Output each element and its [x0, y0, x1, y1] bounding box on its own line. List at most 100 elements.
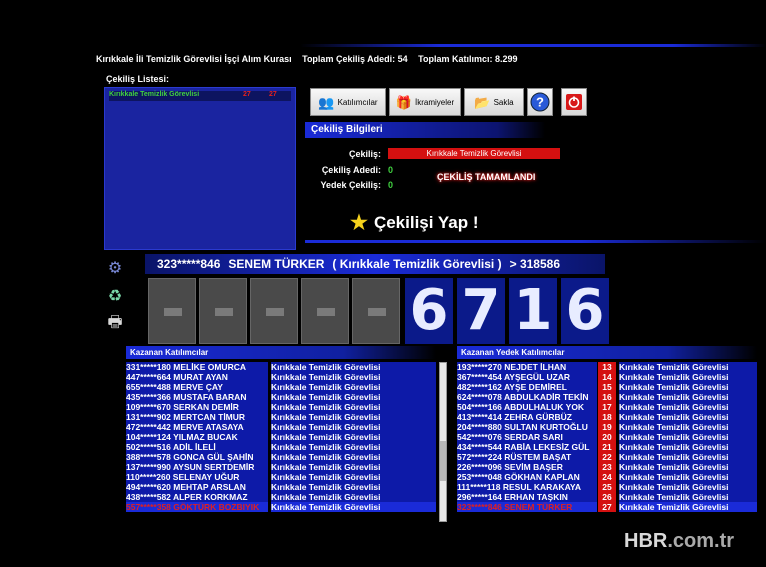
row-name: 204*****880 SULTAN KURTOĞLU [457, 422, 597, 432]
draw-list-item[interactable]: Kırıkkale Temizlik Görevlisi 27 27 [109, 91, 291, 101]
table-row[interactable]: 435*****366 MUSTAFA BARAN Kırıkkale Temiz… [126, 392, 436, 402]
table-row[interactable]: 472*****442 MERVE ATASAYA Kırıkkale Temiz… [126, 422, 436, 432]
row-name: 494*****620 MEHTAP ARSLAN [126, 482, 268, 492]
table-row[interactable]: 193*****270 NEJDET İLHAN 13 Kırıkkale Temi… [457, 362, 757, 372]
draw-count-label: Çekiliş Adedi: [321, 165, 381, 175]
app-title: Kırıkkale İli Temizlik Görevlisi İşçi Al… [96, 54, 292, 64]
table-row[interactable]: 111*****118 RESUL KARAKAYA 25 Kırıkkale Te… [457, 482, 757, 492]
table-row[interactable]: 226*****096 SEVİM BAŞER 23 Kırıkkale Temiz… [457, 462, 757, 472]
table-row[interactable]: 131*****902 MERTCAN TİMUR Kırıkkale Temiz… [126, 412, 436, 422]
table-row[interactable]: 447*****664 MURAT AYAN Kırıkkale Temizlik… [126, 372, 436, 382]
scrollbar-thumb[interactable] [440, 441, 446, 481]
save-label: Sakla [493, 97, 514, 107]
table-row[interactable]: 655*****488 MERVE ÇAY Kırıkkale Temizlik … [126, 382, 436, 392]
table-row[interactable]: 296*****164 ERHAN TAŞKIN 26 Kırıkkale Temi… [457, 492, 757, 502]
empty-slot [199, 278, 247, 344]
table-row[interactable]: 253*****048 GÖKHAN KAPLAN 24 Kırıkkale Tem… [457, 472, 757, 482]
gear-icon[interactable]: ⚙ [104, 258, 126, 280]
table-row[interactable]: 204*****880 SULTAN KURTOĞLU 19 Kırıkkale T… [457, 422, 757, 432]
table-row[interactable]: 504*****166 ABDULHALUK YOK 17 Kırıkkale Te… [457, 402, 757, 412]
row-number: 21 [598, 442, 616, 452]
total-participants: Toplam Katılımcı: 8.299 [418, 54, 518, 64]
row-name: 388*****578 GONCA GÜL ŞAHİN [126, 452, 268, 462]
row-number: 17 [598, 402, 616, 412]
info-divider [305, 240, 766, 243]
save-button[interactable]: 📂 Sakla [464, 88, 524, 116]
table-row[interactable]: 438*****582 ALPER KORKMAZ Kırıkkale Temiz… [126, 492, 436, 502]
row-draw: Kırıkkale Temizlik Görevlisi [619, 452, 757, 462]
winners-scrollbar[interactable] [439, 362, 447, 522]
row-name: 296*****164 ERHAN TAŞKIN [457, 492, 597, 502]
row-number: 16 [598, 392, 616, 402]
row-number: 23 [598, 462, 616, 472]
participants-button[interactable]: 👥 Katılımcılar [310, 88, 386, 116]
row-draw: Kırıkkale Temizlik Görevlisi [619, 502, 757, 512]
row-draw: Kırıkkale Temizlik Görevlisi [619, 422, 757, 432]
table-row[interactable]: 434*****544 RABİA LEKESİZ GÜL 21 Kırıkkale… [457, 442, 757, 452]
prizes-button[interactable]: 🎁 İkramiyeler [389, 88, 461, 116]
draw-status: ÇEKİLİŞ TAMAMLANDI [437, 172, 536, 182]
winners-list[interactable]: 331*****180 MELİKE OMURCA Kırıkkale Temiz… [126, 359, 436, 512]
printer-icon[interactable]: 🖶 [104, 312, 126, 334]
table-row[interactable]: 104*****124 YILMAZ BUCAK Kırıkkale Temizl… [126, 432, 436, 442]
table-row[interactable]: 494*****620 MEHTAP ARSLAN Kırıkkale Temiz… [126, 482, 436, 492]
winner-draw: ( Kırıkkale Temizlik Görevlisi ) [332, 257, 502, 271]
prize-icon: 🎁 [395, 94, 413, 110]
power-icon [566, 94, 582, 110]
draw-list-item-name: Kırıkkale Temizlik Görevlisi [109, 91, 200, 98]
row-name: 434*****544 RABİA LEKESİZ GÜL [457, 442, 597, 452]
row-number: 13 [598, 362, 616, 372]
row-draw: Kırıkkale Temizlik Görevlisi [271, 462, 436, 472]
empty-slot [301, 278, 349, 344]
row-name: 482*****162 AYŞE DEMİREL [457, 382, 597, 392]
table-row[interactable]: 137*****990 AYSUN SERTDEMİR Kırıkkale Tem… [126, 462, 436, 472]
row-draw: Kırıkkale Temizlik Görevlisi [619, 442, 757, 452]
table-row[interactable]: 572*****224 RÜSTEM BAŞAT 22 Kırıkkale Temi… [457, 452, 757, 462]
row-draw: Kırıkkale Temizlik Görevlisi [271, 372, 436, 382]
row-name: 557*****358 GÖKTÜRK BOZBIYIK [126, 502, 268, 512]
row-number: 25 [598, 482, 616, 492]
folder-icon: 📂 [474, 94, 491, 110]
row-number: 20 [598, 432, 616, 442]
backups-list[interactable]: 193*****270 NEJDET İLHAN 13 Kırıkkale Temi… [457, 359, 757, 512]
backup-count-label: Yedek Çekiliş: [320, 180, 381, 190]
row-number: 26 [598, 492, 616, 502]
row-name: 109*****670 SERKAN DEMİR [126, 402, 268, 412]
row-name: 111*****118 RESUL KARAKAYA [457, 482, 597, 492]
row-name: 131*****902 MERTCAN TİMUR [126, 412, 268, 422]
help-icon: ? [530, 92, 550, 112]
table-row[interactable]: 502*****516 ADİL İLELİ Kırıkkale Temizlik… [126, 442, 436, 452]
backups-title: Kazanan Yedek Katılımcılar [457, 346, 757, 359]
number-digit: 7 [457, 278, 505, 344]
draw-list[interactable]: Kırıkkale Temizlik Görevlisi 27 27 [104, 87, 296, 250]
winners-panel: Kazanan Katılımcılar 331*****180 MELİKE … [126, 346, 436, 524]
table-row-selected[interactable]: 323*****846 SENEM TÜRKER 27 Kırıkkale Temi… [457, 502, 757, 512]
make-draw-label: Çekilişi Yap ! [373, 212, 479, 232]
make-draw-button[interactable]: ★ Çekilişi Yap ! [350, 210, 479, 235]
participants-label: Katılımcılar [337, 97, 378, 107]
row-name: 193*****270 NEJDET İLHAN [457, 362, 597, 372]
table-row[interactable]: 482*****162 AYŞE DEMİREL 15 Kırıkkale Temi… [457, 382, 757, 392]
draw-list-label: Çekiliş Listesi: [106, 74, 170, 84]
row-draw: Kırıkkale Temizlik Görevlisi [619, 382, 757, 392]
table-row-selected[interactable]: 557*****358 GÖKTÜRK BOZBIYIK Kırıkkale Te… [126, 502, 436, 512]
row-name: 624*****078 ABDULKADİR TEKİN [457, 392, 597, 402]
table-row[interactable]: 388*****578 GONCA GÜL ŞAHİN Kırıkkale Tem… [126, 452, 436, 462]
help-button[interactable]: ? [527, 88, 553, 116]
table-row[interactable]: 624*****078 ABDULKADİR TEKİN 16 Kırıkkale … [457, 392, 757, 402]
table-row[interactable]: 331*****180 MELİKE OMURCA Kırıkkale Temiz… [126, 362, 436, 372]
row-name: 438*****582 ALPER KORKMAZ [126, 492, 268, 502]
recycle-icon[interactable]: ♻ [104, 286, 126, 308]
table-row[interactable]: 109*****670 SERKAN DEMİR Kırıkkale Temizl… [126, 402, 436, 412]
table-row[interactable]: 367*****454 AYŞEGÜL UZAR 14 Kırıkkale Temi… [457, 372, 757, 382]
table-row[interactable]: 110*****260 SELENAY UĞUR Kırıkkale Temizl… [126, 472, 436, 482]
exit-button[interactable] [561, 88, 587, 116]
backups-panel: Kazanan Yedek Katılımcılar 193*****270 N… [457, 346, 757, 524]
row-number: 18 [598, 412, 616, 422]
winner-name: SENEM TÜRKER [228, 257, 325, 271]
users-icon: 👥 [318, 94, 335, 110]
row-name: 447*****664 MURAT AYAN [126, 372, 268, 382]
draw-count-value: 0 [388, 165, 394, 175]
table-row[interactable]: 542*****076 SERDAR SARI 20 Kırıkkale Temiz… [457, 432, 757, 442]
table-row[interactable]: 413*****414 ZEHRA GÜRBÜZ 18 Kırıkkale Temi… [457, 412, 757, 422]
